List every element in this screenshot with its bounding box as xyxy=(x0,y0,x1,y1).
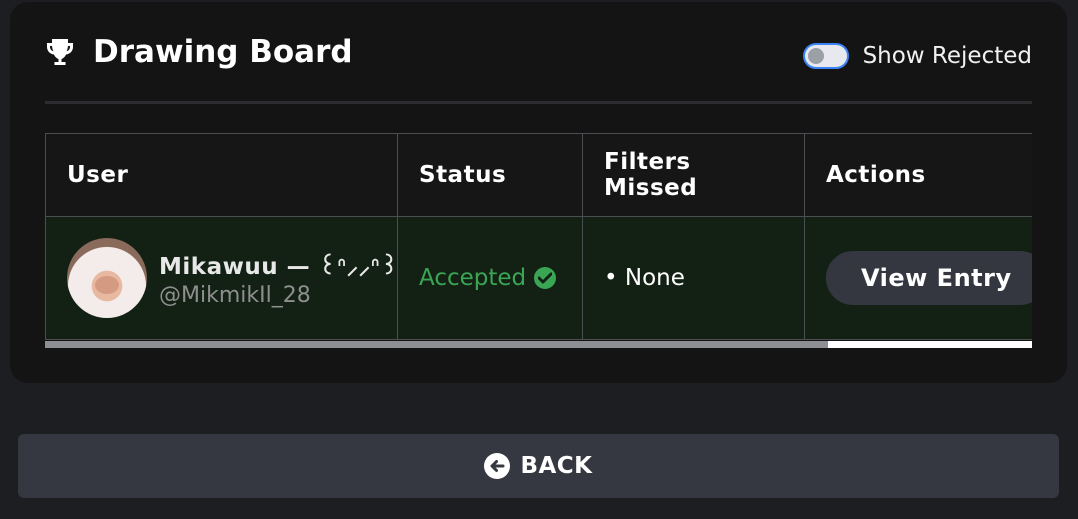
card-header: Drawing Board Show Rejected xyxy=(44,30,1032,80)
header-divider xyxy=(45,101,1032,104)
arrow-left-circle-icon xyxy=(484,453,511,479)
column-header-status: Status xyxy=(397,133,583,217)
check-circle-icon xyxy=(534,267,557,289)
back-label: BACK xyxy=(520,453,593,479)
entries-table-container[interactable]: User Status Filters Missed Actions Mikaw… xyxy=(45,133,1032,349)
view-entry-button[interactable]: View Entry xyxy=(826,251,1032,305)
user-name: Mikawuu — ꒰ᐢ⸝⸝ᐢ꒱ xyxy=(159,253,399,280)
status-text: Accepted xyxy=(419,265,527,291)
entries-table: User Status Filters Missed Actions Mikaw… xyxy=(45,133,1032,340)
scrollbar-thumb[interactable] xyxy=(45,341,828,348)
filters-missed-text: • None xyxy=(604,265,685,291)
show-rejected-label: Show Rejected xyxy=(862,43,1032,69)
back-button[interactable]: BACK xyxy=(18,434,1059,498)
toggle-knob xyxy=(807,48,824,64)
trophy-icon xyxy=(47,39,73,65)
avatar xyxy=(67,238,147,318)
actions-cell: View Entry xyxy=(804,216,1032,340)
user-cell: Mikawuu — ꒰ᐢ⸝⸝ᐢ꒱ @MikmikIl_28 xyxy=(45,216,399,340)
horizontal-scrollbar[interactable] xyxy=(45,341,1032,348)
status-cell: Accepted xyxy=(397,216,583,340)
column-header-user: User xyxy=(45,133,398,217)
filters-missed-cell: • None xyxy=(582,216,805,340)
user-handle: @MikmikIl_28 xyxy=(159,282,311,308)
page-title: Drawing Board xyxy=(93,34,353,70)
show-rejected-toggle-group[interactable]: Show Rejected xyxy=(802,38,1032,74)
table-row: Mikawuu — ꒰ᐢ⸝⸝ᐢ꒱ @MikmikIl_28 Accepted • xyxy=(45,216,1032,340)
show-rejected-toggle[interactable] xyxy=(802,43,849,69)
column-header-filters-missed: Filters Missed xyxy=(582,133,805,217)
table-header-row: User Status Filters Missed Actions xyxy=(45,133,1032,217)
column-header-actions: Actions xyxy=(804,133,1032,217)
